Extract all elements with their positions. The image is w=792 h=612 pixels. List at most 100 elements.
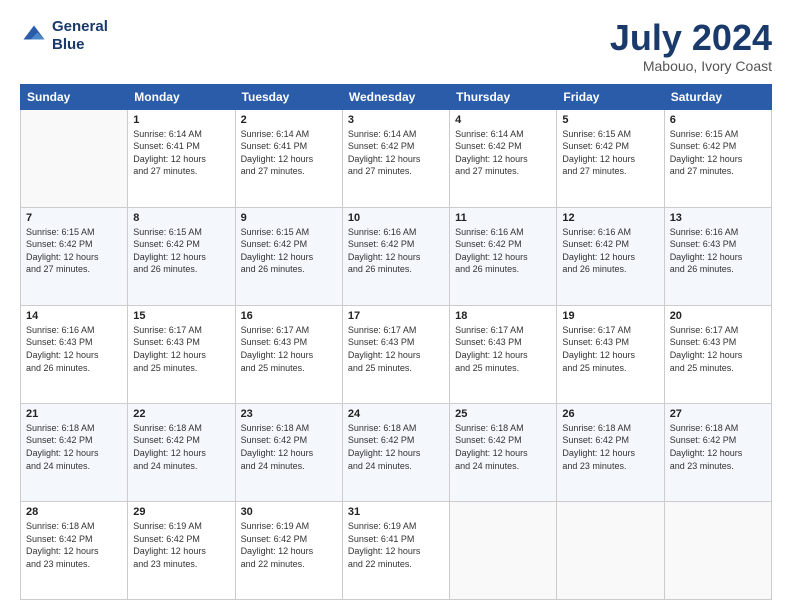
day-number: 21 [26,408,122,420]
table-row: 24 Sunrise: 6:18 AM Sunset: 6:42 PM Dayli… [342,403,449,501]
table-row: 27 Sunrise: 6:18 AM Sunset: 6:42 PM Dayli… [664,403,771,501]
day-number: 19 [562,310,658,322]
day-number: 27 [670,408,766,420]
day-number: 18 [455,310,551,322]
day-number: 6 [670,114,766,126]
day-info: Sunrise: 6:17 AM Sunset: 6:43 PM Dayligh… [455,324,551,374]
day-number: 13 [670,212,766,224]
table-row: 4 Sunrise: 6:14 AM Sunset: 6:42 PM Daylig… [450,109,557,207]
logo-line1: General [52,18,108,36]
table-row: 28 Sunrise: 6:18 AM Sunset: 6:42 PM Dayli… [21,501,128,599]
table-row: 15 Sunrise: 6:17 AM Sunset: 6:43 PM Dayli… [128,305,235,403]
day-number: 30 [241,506,337,518]
header: General Blue July 2024 Mabouo, Ivory Coa… [20,18,772,74]
day-number: 4 [455,114,551,126]
day-info: Sunrise: 6:17 AM Sunset: 6:43 PM Dayligh… [348,324,444,374]
table-row [21,109,128,207]
calendar-header-row: Sunday Monday Tuesday Wednesday Thursday… [21,84,772,109]
day-number: 7 [26,212,122,224]
table-row: 23 Sunrise: 6:18 AM Sunset: 6:42 PM Dayli… [235,403,342,501]
table-row: 31Sunrise: 6:19 AM Sunset: 6:41 PM Dayli… [342,501,449,599]
table-row: 22 Sunrise: 6:18 AM Sunset: 6:42 PM Dayli… [128,403,235,501]
table-row: 1Sunrise: 6:14 AM Sunset: 6:41 PM Daylig… [128,109,235,207]
day-info: Sunrise: 6:18 AM Sunset: 6:42 PM Dayligh… [455,422,551,472]
day-number: 8 [133,212,229,224]
logo-line2: Blue [52,36,108,54]
calendar-week-row: 28 Sunrise: 6:18 AM Sunset: 6:42 PM Dayli… [21,501,772,599]
table-row: 9 Sunrise: 6:15 AM Sunset: 6:42 PM Daylig… [235,207,342,305]
day-info: Sunrise: 6:18 AM Sunset: 6:42 PM Dayligh… [562,422,658,472]
table-row [450,501,557,599]
day-number: 31 [348,506,444,518]
table-row: 18 Sunrise: 6:17 AM Sunset: 6:43 PM Dayli… [450,305,557,403]
month-title: July 2024 [610,18,772,58]
table-row: 12 Sunrise: 6:16 AM Sunset: 6:42 PM Dayli… [557,207,664,305]
day-number: 28 [26,506,122,518]
day-info: Sunrise: 6:18 AM Sunset: 6:42 PM Dayligh… [26,422,122,472]
day-info: Sunrise: 6:14 AM Sunset: 6:41 PM Dayligh… [133,128,229,178]
logo-text: General Blue [52,18,108,54]
table-row: 5Sunrise: 6:15 AM Sunset: 6:42 PM Daylig… [557,109,664,207]
col-sunday: Sunday [21,84,128,109]
calendar-week-row: 21 Sunrise: 6:18 AM Sunset: 6:42 PM Dayli… [21,403,772,501]
day-info: Sunrise: 6:16 AM Sunset: 6:43 PM Dayligh… [670,226,766,276]
logo: General Blue [20,18,108,54]
table-row [557,501,664,599]
day-info: Sunrise: 6:18 AM Sunset: 6:42 PM Dayligh… [348,422,444,472]
table-row: 20 Sunrise: 6:17 AM Sunset: 6:43 PM Dayli… [664,305,771,403]
table-row: 6 Sunrise: 6:15 AM Sunset: 6:42 PM Daylig… [664,109,771,207]
day-number: 3 [348,114,444,126]
day-info: Sunrise: 6:15 AM Sunset: 6:42 PM Dayligh… [562,128,658,178]
day-info: Sunrise: 6:18 AM Sunset: 6:42 PM Dayligh… [670,422,766,472]
day-info: Sunrise: 6:17 AM Sunset: 6:43 PM Dayligh… [133,324,229,374]
table-row [664,501,771,599]
table-row: 13 Sunrise: 6:16 AM Sunset: 6:43 PM Dayli… [664,207,771,305]
day-info: Sunrise: 6:18 AM Sunset: 6:42 PM Dayligh… [241,422,337,472]
table-row: 2Sunrise: 6:14 AM Sunset: 6:41 PM Daylig… [235,109,342,207]
day-info: Sunrise: 6:17 AM Sunset: 6:43 PM Dayligh… [670,324,766,374]
table-row: 21 Sunrise: 6:18 AM Sunset: 6:42 PM Dayli… [21,403,128,501]
day-number: 26 [562,408,658,420]
table-row: 8 Sunrise: 6:15 AM Sunset: 6:42 PM Daylig… [128,207,235,305]
table-row: 17 Sunrise: 6:17 AM Sunset: 6:43 PM Dayli… [342,305,449,403]
day-number: 22 [133,408,229,420]
day-number: 15 [133,310,229,322]
table-row: 11 Sunrise: 6:16 AM Sunset: 6:42 PM Dayli… [450,207,557,305]
day-info: Sunrise: 6:17 AM Sunset: 6:43 PM Dayligh… [241,324,337,374]
day-number: 12 [562,212,658,224]
day-info: Sunrise: 6:15 AM Sunset: 6:42 PM Dayligh… [26,226,122,276]
table-row: 25Sunrise: 6:18 AM Sunset: 6:42 PM Dayli… [450,403,557,501]
day-number: 24 [348,408,444,420]
day-info: Sunrise: 6:16 AM Sunset: 6:42 PM Dayligh… [562,226,658,276]
col-friday: Friday [557,84,664,109]
day-info: Sunrise: 6:19 AM Sunset: 6:42 PM Dayligh… [133,520,229,570]
table-row: 30 Sunrise: 6:19 AM Sunset: 6:42 PM Dayli… [235,501,342,599]
day-number: 11 [455,212,551,224]
day-info: Sunrise: 6:14 AM Sunset: 6:42 PM Dayligh… [455,128,551,178]
day-info: Sunrise: 6:14 AM Sunset: 6:42 PM Dayligh… [348,128,444,178]
day-number: 20 [670,310,766,322]
day-info: Sunrise: 6:19 AM Sunset: 6:42 PM Dayligh… [241,520,337,570]
day-info: Sunrise: 6:15 AM Sunset: 6:42 PM Dayligh… [670,128,766,178]
day-info: Sunrise: 6:15 AM Sunset: 6:42 PM Dayligh… [241,226,337,276]
day-info: Sunrise: 6:16 AM Sunset: 6:42 PM Dayligh… [348,226,444,276]
day-number: 14 [26,310,122,322]
col-thursday: Thursday [450,84,557,109]
day-info: Sunrise: 6:18 AM Sunset: 6:42 PM Dayligh… [26,520,122,570]
page: General Blue July 2024 Mabouo, Ivory Coa… [0,0,792,612]
logo-icon [20,22,48,50]
day-number: 9 [241,212,337,224]
day-info: Sunrise: 6:15 AM Sunset: 6:42 PM Dayligh… [133,226,229,276]
col-monday: Monday [128,84,235,109]
table-row: 19 Sunrise: 6:17 AM Sunset: 6:43 PM Dayli… [557,305,664,403]
day-info: Sunrise: 6:14 AM Sunset: 6:41 PM Dayligh… [241,128,337,178]
table-row: 26 Sunrise: 6:18 AM Sunset: 6:42 PM Dayli… [557,403,664,501]
calendar-week-row: 1Sunrise: 6:14 AM Sunset: 6:41 PM Daylig… [21,109,772,207]
day-number: 17 [348,310,444,322]
col-saturday: Saturday [664,84,771,109]
day-number: 16 [241,310,337,322]
day-info: Sunrise: 6:18 AM Sunset: 6:42 PM Dayligh… [133,422,229,472]
day-info: Sunrise: 6:16 AM Sunset: 6:42 PM Dayligh… [455,226,551,276]
day-info: Sunrise: 6:17 AM Sunset: 6:43 PM Dayligh… [562,324,658,374]
day-number: 23 [241,408,337,420]
